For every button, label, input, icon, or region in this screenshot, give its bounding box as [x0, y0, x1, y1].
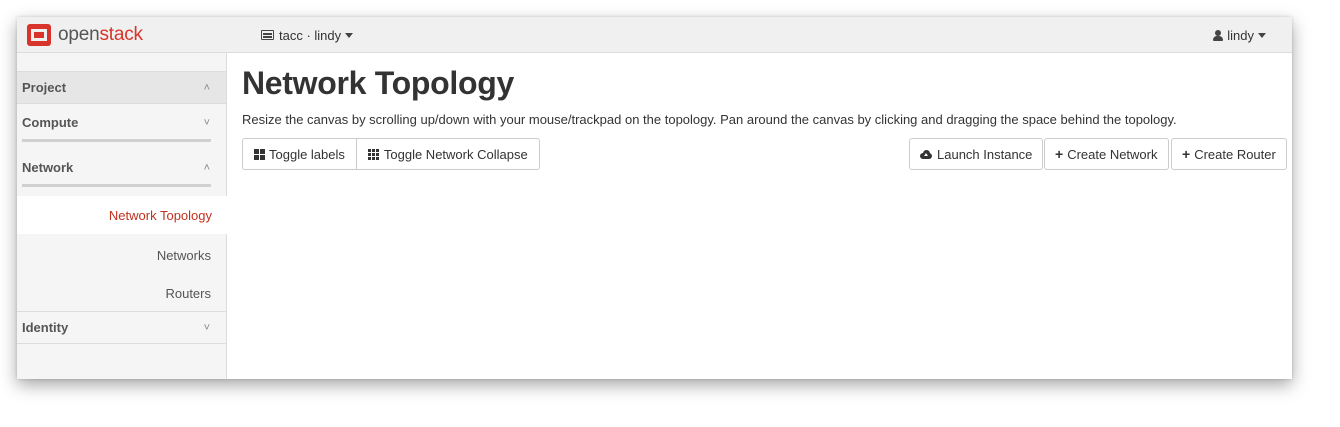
divider — [22, 139, 211, 142]
divider — [22, 184, 211, 187]
th-large-icon — [254, 148, 265, 160]
page-title: Network Topology — [242, 65, 514, 101]
create-network-label: Create Network — [1067, 146, 1158, 162]
toggle-network-collapse-label: Toggle Network Collapse — [383, 146, 528, 162]
brand-stack-text: stack — [99, 24, 143, 45]
server-icon — [261, 30, 274, 40]
brand-text: openstack — [58, 24, 143, 46]
create-router-label: Create Router — [1194, 146, 1276, 162]
project-dropdown-label: tacc · lindy — [279, 27, 342, 43]
user-dropdown[interactable]: lindy — [1213, 17, 1266, 53]
sidebar-item-network-topology[interactable]: Network Topology — [17, 196, 227, 234]
toggle-labels-button[interactable]: Toggle labels — [243, 139, 356, 169]
toggle-labels-label: Toggle labels — [269, 146, 345, 162]
main-content: Network Topology Resize the canvas by sc… — [228, 53, 1292, 379]
sidebar-panel-label: Project — [22, 80, 67, 95]
cloud-upload-icon — [920, 149, 932, 159]
th-icon — [367, 148, 379, 160]
launch-instance-label: Launch Instance — [937, 146, 1033, 162]
user-dropdown-label: lindy — [1227, 27, 1254, 43]
chevron-down-icon: ˅ — [203, 116, 210, 129]
sidebar-panel-label: Identity — [22, 320, 69, 335]
brand-open-text: open — [58, 24, 100, 45]
top-navbar: openstack tacc · lindy lindy — [17, 17, 1292, 53]
plus-icon: + — [1182, 146, 1191, 162]
caret-down-icon — [1258, 32, 1266, 38]
create-network-button[interactable]: + Create Network — [1044, 138, 1169, 170]
sidebar-panel-identity[interactable]: Identity ˅ — [17, 311, 226, 344]
sidebar-item-label: Networks — [156, 247, 211, 263]
sidebar-panel-project[interactable]: Project ˄ — [17, 71, 226, 104]
sidebar-item-routers[interactable]: Routers — [17, 274, 226, 312]
toggle-network-collapse-button[interactable]: Toggle Network Collapse — [355, 139, 539, 169]
launch-instance-button[interactable]: Launch Instance — [909, 138, 1044, 170]
chevron-up-icon: ˄ — [203, 161, 210, 174]
sidebar-panel-label: Network — [22, 160, 74, 175]
help-text: Resize the canvas by scrolling up/down w… — [242, 112, 1177, 127]
sidebar-panel-label: Compute — [22, 115, 79, 130]
sidebar-item-label: Network Topology — [108, 207, 212, 223]
openstack-logo-icon — [27, 24, 51, 46]
brand-logo[interactable]: openstack — [27, 23, 143, 47]
create-router-button[interactable]: + Create Router — [1171, 138, 1287, 170]
sidebar: Project ˄ Compute ˅ Network ˄ Network To… — [17, 53, 227, 379]
plus-icon: + — [1055, 146, 1064, 162]
sidebar-panel-compute[interactable]: Compute ˅ — [17, 106, 226, 139]
project-dropdown[interactable]: tacc · lindy — [261, 17, 354, 53]
sidebar-panel-network[interactable]: Network ˄ — [17, 151, 226, 184]
caret-down-icon — [345, 32, 354, 38]
toggle-button-group: Toggle labels Toggle Network Collapse — [242, 138, 540, 170]
app-window: openstack tacc · lindy lindy Project ˄ C… — [17, 17, 1292, 379]
sidebar-item-networks[interactable]: Networks — [17, 236, 226, 274]
sidebar-item-label: Routers — [165, 285, 211, 301]
chevron-down-icon: ˅ — [203, 321, 210, 334]
user-icon — [1213, 29, 1224, 41]
chevron-up-icon: ˄ — [203, 81, 210, 94]
